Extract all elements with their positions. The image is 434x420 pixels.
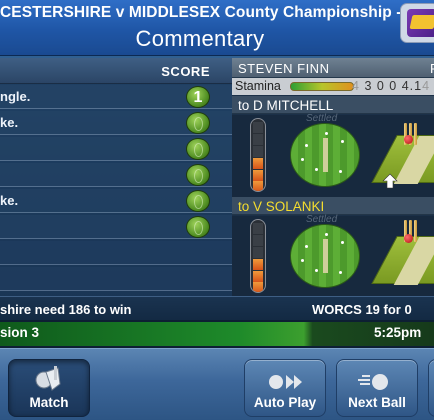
more-button[interactable] (428, 359, 434, 417)
runs-needed: shire need 186 to win (0, 302, 132, 317)
pitch-view-icon (371, 135, 434, 184)
commentary-row[interactable] (0, 215, 232, 239)
session-time: 5:25pm (374, 325, 422, 340)
match-button[interactable]: Match (8, 359, 90, 417)
bowler-figures: 4 3 0 0 4.14 (352, 79, 431, 93)
commentary-row[interactable]: ke. (0, 111, 232, 135)
score-column-header: SCORE (0, 58, 232, 84)
score-header-label: SCORE (161, 64, 210, 79)
pace-meter (250, 219, 266, 293)
bowler-name: STEVEN FINN (238, 61, 330, 76)
fast-forward-icon (269, 375, 302, 389)
target-batsman: to D MITCHELL (238, 98, 334, 113)
next-ball-button[interactable]: Next Ball (336, 359, 418, 417)
header-bar: CESTERSHIRE v MIDDLESEX County Champions… (0, 0, 434, 56)
pitch-view-icon (371, 236, 434, 285)
cricket-batsman-icon (35, 366, 61, 391)
next-ball-label: Next Ball (348, 395, 406, 410)
cricket-ball-icon (186, 190, 210, 212)
stamina-row: Stamina 4 3 0 0 4.14 (232, 78, 434, 95)
target-batsman: to V SOLANKI (238, 199, 325, 214)
field-map-icon[interactable] (290, 123, 360, 187)
ball-icon (358, 374, 388, 390)
delivery-target: to V SOLANKI (232, 197, 434, 215)
commentary-row[interactable]: ke. (0, 189, 232, 213)
bowler-header: STEVEN FINN F (232, 58, 434, 78)
ball-score: 1 (193, 89, 203, 106)
cricket-ball-icon (186, 138, 210, 160)
cricket-ball-icon: 1 (186, 86, 210, 108)
delivery-panel[interactable]: Settled (232, 214, 434, 298)
delivery-target: to D MITCHELL (232, 96, 434, 114)
match-title: CESTERSHIRE v MIDDLESEX County Champions… (0, 4, 426, 21)
bottom-toolbar: Match Auto Play Next Ball (0, 348, 434, 420)
commentary-row-empty (0, 241, 232, 265)
cricket-ball-icon (186, 164, 210, 186)
cricket-ball-icon (186, 112, 210, 134)
auto-play-label: Auto Play (253, 395, 317, 410)
team-score: WORCS 19 for 0 (312, 302, 412, 317)
pace-meter (250, 118, 266, 192)
match-situation-bar: shire need 186 to win WORCS 19 for 0 (0, 296, 434, 320)
commentary-row[interactable] (0, 137, 232, 161)
bowler-panel: STEVEN FINN F Stamina 4 3 0 0 4.14 to D … (232, 58, 434, 298)
direction-arrow-icon (382, 173, 398, 189)
commentary-text: ke. (0, 193, 19, 208)
commentary-text: ngle. (0, 89, 31, 104)
cricket-ball-icon (186, 216, 210, 238)
commentary-text: ke. (0, 115, 19, 130)
game-screen: CESTERSHIRE v MIDDLESEX County Champions… (0, 0, 434, 420)
session-bar: sion 3 5:25pm (0, 320, 434, 348)
stamina-bar (290, 82, 354, 91)
stamina-label: Stamina (235, 79, 281, 93)
ball-marker-icon (404, 135, 413, 144)
commentary-row[interactable] (0, 163, 232, 187)
page-title: Commentary (135, 26, 265, 51)
commentary-row[interactable]: ngle. 1 (0, 85, 232, 109)
game-logo-icon[interactable] (400, 3, 434, 43)
bowler-extra: F (430, 61, 434, 76)
delivery-panel[interactable]: Settled (232, 113, 434, 197)
auto-play-button[interactable]: Auto Play (244, 359, 326, 417)
commentary-list: SCORE ngle. 1 ke. ke. (0, 58, 232, 296)
ball-marker-icon (404, 234, 413, 243)
session-label: sion 3 (0, 325, 40, 340)
match-button-label: Match (29, 395, 69, 410)
session-progress (0, 322, 434, 346)
commentary-row-empty (0, 267, 232, 291)
field-map-icon[interactable] (290, 224, 360, 288)
